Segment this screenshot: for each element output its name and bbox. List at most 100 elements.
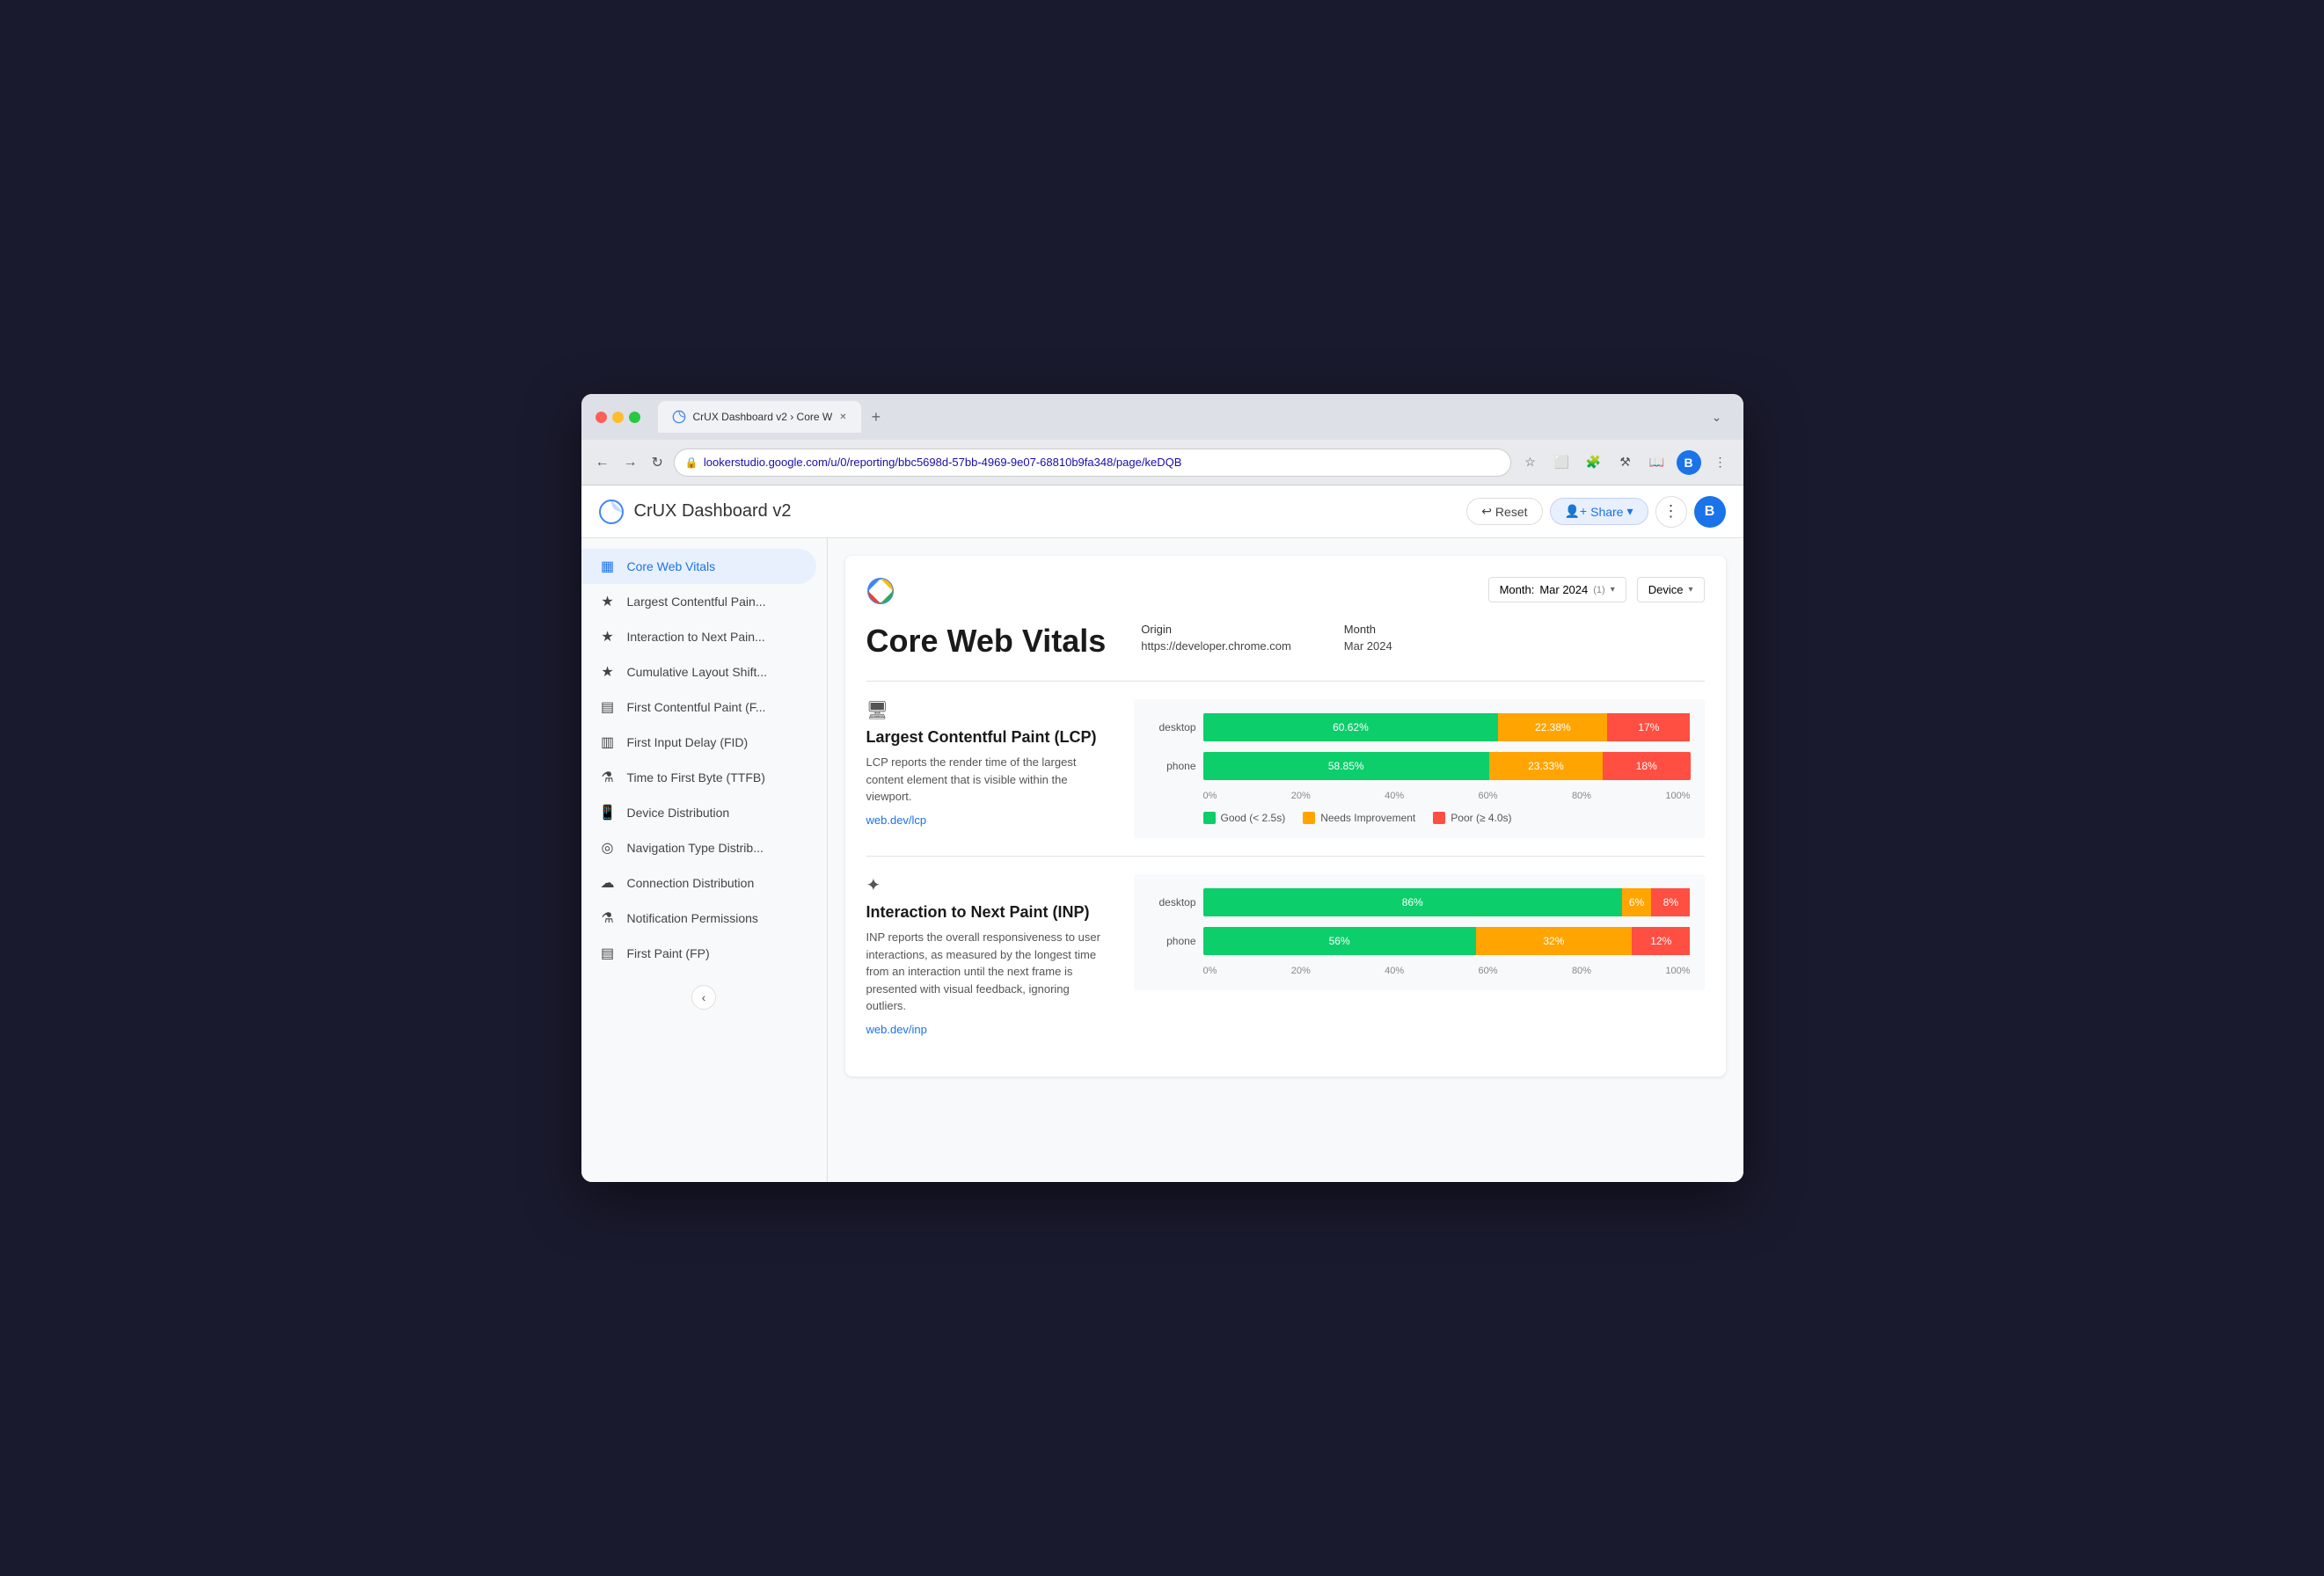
device-dropdown[interactable]: Device ▾ [1637,577,1705,602]
legend-needs-color [1303,812,1315,824]
address-bar: ← → ↻ 🔒 lookerstudio.google.com/u/0/repo… [581,440,1743,485]
x-label-80: 80% [1572,791,1591,801]
sidebar-item-first-input-delay[interactable]: ▥ First Input Delay (FID) [581,725,816,760]
lcp-desktop-track: 60.62% 22.38% 17% [1203,713,1691,741]
share-icon: 👤+ [1565,504,1588,519]
sidebar-item-largest-contentful-paint[interactable]: ★ Largest Contentful Pain... [581,584,816,619]
lcp-chart-container: desktop 60.62% 22.38% 17% phone [1134,699,1705,838]
sidebar-label-time-to-first-byte: Time to First Byte (TTFB) [627,770,765,784]
address-field[interactable]: 🔒 lookerstudio.google.com/u/0/reporting/… [674,449,1511,477]
lcp-icon: 🖥 [866,699,1113,721]
sidebar-item-core-web-vitals[interactable]: ▦ Core Web Vitals [581,549,816,584]
first-input-delay-icon: ▥ [599,733,617,751]
browser-actions: ☆ ⬜ 🧩 ⚒ 📖 B ⋮ [1518,450,1733,475]
x-label-100: 100% [1665,791,1690,801]
reset-button[interactable]: ↩ Reset [1466,498,1542,525]
origin-label: Origin [1141,623,1291,636]
reader-button[interactable]: 📖 [1645,450,1670,475]
x-label-60: 60% [1479,791,1498,801]
sidebar-item-navigation-type-distrib[interactable]: ◎ Navigation Type Distrib... [581,830,816,865]
url-text: lookerstudio.google.com/u/0/reporting/bb… [704,456,1500,469]
inp-desktop-label: desktop [1148,896,1196,908]
divider-2 [866,856,1705,857]
minimize-button[interactable] [612,412,624,423]
tab-title: CrUX Dashboard v2 › Core W [693,411,833,423]
inp-phone-track: 56% 32% 12% [1203,927,1691,955]
active-tab[interactable]: CrUX Dashboard v2 › Core W ✕ [658,401,861,433]
lcp-section: 🖥 Largest Contentful Paint (LCP) LCP rep… [866,699,1705,838]
sidebar-item-time-to-first-byte[interactable]: ⚗ Time to First Byte (TTFB) [581,760,816,795]
share-button[interactable]: 👤+ Share ▾ [1550,498,1648,525]
inp-link[interactable]: web.dev/inp [866,1023,927,1036]
sidebar-label-first-paint: First Paint (FP) [627,946,710,960]
extensions-button[interactable]: 🧩 [1582,450,1606,475]
month-count: (1) [1593,585,1604,595]
lcp-bar-chart: desktop 60.62% 22.38% 17% phone [1148,713,1691,824]
maximize-button[interactable] [629,412,640,423]
inp-x-40: 40% [1385,966,1404,976]
inp-desc-text: INP reports the overall responsiveness t… [866,929,1113,1015]
tab-search-button[interactable]: ⬜ [1550,450,1575,475]
app-title: CrUX Dashboard v2 [634,501,1457,522]
sidebar-label-device-distribution: Device Distribution [627,806,730,820]
first-paint-icon: ▤ [599,945,617,962]
first-contentful-paint-icon: ▤ [599,698,617,716]
largest-contentful-paint-icon: ★ [599,593,617,610]
legend-poor: Poor (≥ 4.0s) [1433,812,1511,824]
back-button[interactable]: ← [592,451,613,474]
origin-group: Origin https://developer.chrome.com [1141,623,1291,653]
forward-button[interactable]: → [620,451,641,474]
lcp-phone-row: phone 58.85% 23.33% 18% [1148,752,1691,780]
titlebar: CrUX Dashboard v2 › Core W ✕ + ⌄ [581,394,1743,440]
share-dropdown-icon: ▾ [1626,504,1633,519]
sidebar-item-device-distribution[interactable]: 📱 Device Distribution [581,795,816,830]
profile-button[interactable]: B [1677,450,1701,475]
close-button[interactable] [596,412,607,423]
sidebar-item-connection-distribution[interactable]: ☁ Connection Distribution [581,865,816,901]
month-dropdown-arrow: ▾ [1611,585,1615,595]
sidebar-item-interaction-to-next-paint[interactable]: ★ Interaction to Next Pain... [581,619,816,654]
device-value: Device [1648,583,1684,596]
inp-phone-needs: 32% [1476,927,1632,955]
report-main-title: Core Web Vitals [866,623,1107,660]
legend-needs-label: Needs Improvement [1320,812,1415,824]
bookmark-button[interactable]: ☆ [1518,450,1543,475]
devtools-button[interactable]: ⚒ [1613,450,1638,475]
reset-icon: ↩ [1481,504,1492,519]
lcp-phone-needs: 23.33% [1489,752,1603,780]
inp-desktop-row: desktop 86% 6% 8% [1148,888,1691,916]
report-meta: Origin https://developer.chrome.com Mont… [1141,623,1392,653]
app-logo [599,500,624,524]
sidebar-label-navigation-type-distrib: Navigation Type Distrib... [627,841,764,855]
origin-value: https://developer.chrome.com [1141,639,1291,653]
more-options-button[interactable]: ⋮ [1655,496,1687,528]
lcp-phone-good: 58.85% [1203,752,1489,780]
new-tab-button[interactable]: + [865,405,888,430]
tab-close-button[interactable]: ✕ [839,412,846,422]
inp-bar-chart: desktop 86% 6% 8% phone [1148,888,1691,976]
time-to-first-byte-icon: ⚗ [599,769,617,786]
lcp-desktop-good: 60.62% [1203,713,1499,741]
inp-desktop-track: 86% 6% 8% [1203,888,1691,916]
inp-phone-label: phone [1148,935,1196,947]
user-avatar: B [1694,496,1726,528]
inp-x-0: 0% [1203,966,1217,976]
device-dropdown-arrow: ▾ [1688,585,1692,595]
sidebar-item-cumulative-layout-shift[interactable]: ★ Cumulative Layout Shift... [581,654,816,690]
sidebar-item-first-paint[interactable]: ▤ First Paint (FP) [581,936,816,971]
lock-icon: 🔒 [685,456,698,469]
inp-x-20: 20% [1291,966,1311,976]
inp-x-60: 60% [1479,966,1498,976]
reload-button[interactable]: ↻ [648,450,667,475]
sidebar-collapse-button[interactable]: ‹ [691,985,716,1010]
sidebar-item-notification-permissions[interactable]: ⚗ Notification Permissions [581,901,816,936]
month-dropdown[interactable]: Month: Mar 2024 (1) ▾ [1488,577,1626,602]
chrome-menu-button[interactable]: ⋮ [1708,450,1733,475]
report-controls: Month: Mar 2024 (1) ▾ Device ▾ [1488,577,1705,602]
lcp-link[interactable]: web.dev/lcp [866,814,927,827]
header-actions: ↩ Reset 👤+ Share ▾ ⋮ B [1466,496,1725,528]
inp-section: ✦ Interaction to Next Paint (INP) INP re… [866,874,1705,1038]
sidebar-item-first-contentful-paint[interactable]: ▤ First Contentful Paint (F... [581,690,816,725]
lcp-description: 🖥 Largest Contentful Paint (LCP) LCP rep… [866,699,1113,828]
browser-menu-button[interactable]: ⌄ [1705,405,1729,429]
